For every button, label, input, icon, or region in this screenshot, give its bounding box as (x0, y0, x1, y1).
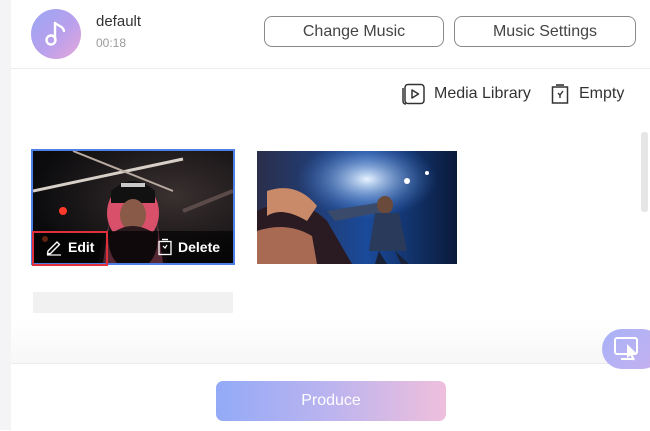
timeline-fade (11, 318, 650, 363)
empty-label: Empty (579, 85, 625, 102)
pencil-icon (46, 241, 61, 256)
empty-button[interactable]: Empty (549, 82, 624, 106)
trash-icon (158, 238, 172, 256)
clip-placeholder (33, 292, 233, 313)
media-library-label: Media Library (434, 85, 531, 102)
edit-button[interactable]: Edit (45, 231, 94, 263)
music-title: default (96, 13, 142, 30)
delete-label: Delete (178, 239, 221, 255)
media-library-button[interactable]: Media Library (402, 82, 531, 106)
music-settings-button[interactable]: Music Settings (454, 16, 636, 47)
clip-card-2[interactable] (257, 151, 457, 264)
change-music-button[interactable]: Change Music (264, 16, 444, 47)
floating-action-button[interactable] (602, 329, 650, 369)
music-duration: 00:18 (96, 36, 127, 50)
music-note-icon (31, 9, 81, 59)
trash-icon (551, 84, 569, 104)
clip-actions-bar: Edit Delete (33, 231, 233, 263)
clip-thumbnail-2 (257, 151, 457, 264)
clip-card-1[interactable]: Edit Delete (31, 149, 235, 265)
left-gutter (0, 0, 11, 430)
music-header: default 00:18 Change Music Music Setting… (11, 0, 650, 69)
produce-button[interactable]: Produce (216, 381, 446, 421)
delete-button[interactable]: Delete (157, 231, 220, 263)
scrollbar-thumb[interactable] (641, 132, 648, 212)
play-box-icon (402, 83, 425, 105)
screen-cursor-icon (614, 337, 638, 361)
edit-label: Edit (68, 239, 95, 255)
